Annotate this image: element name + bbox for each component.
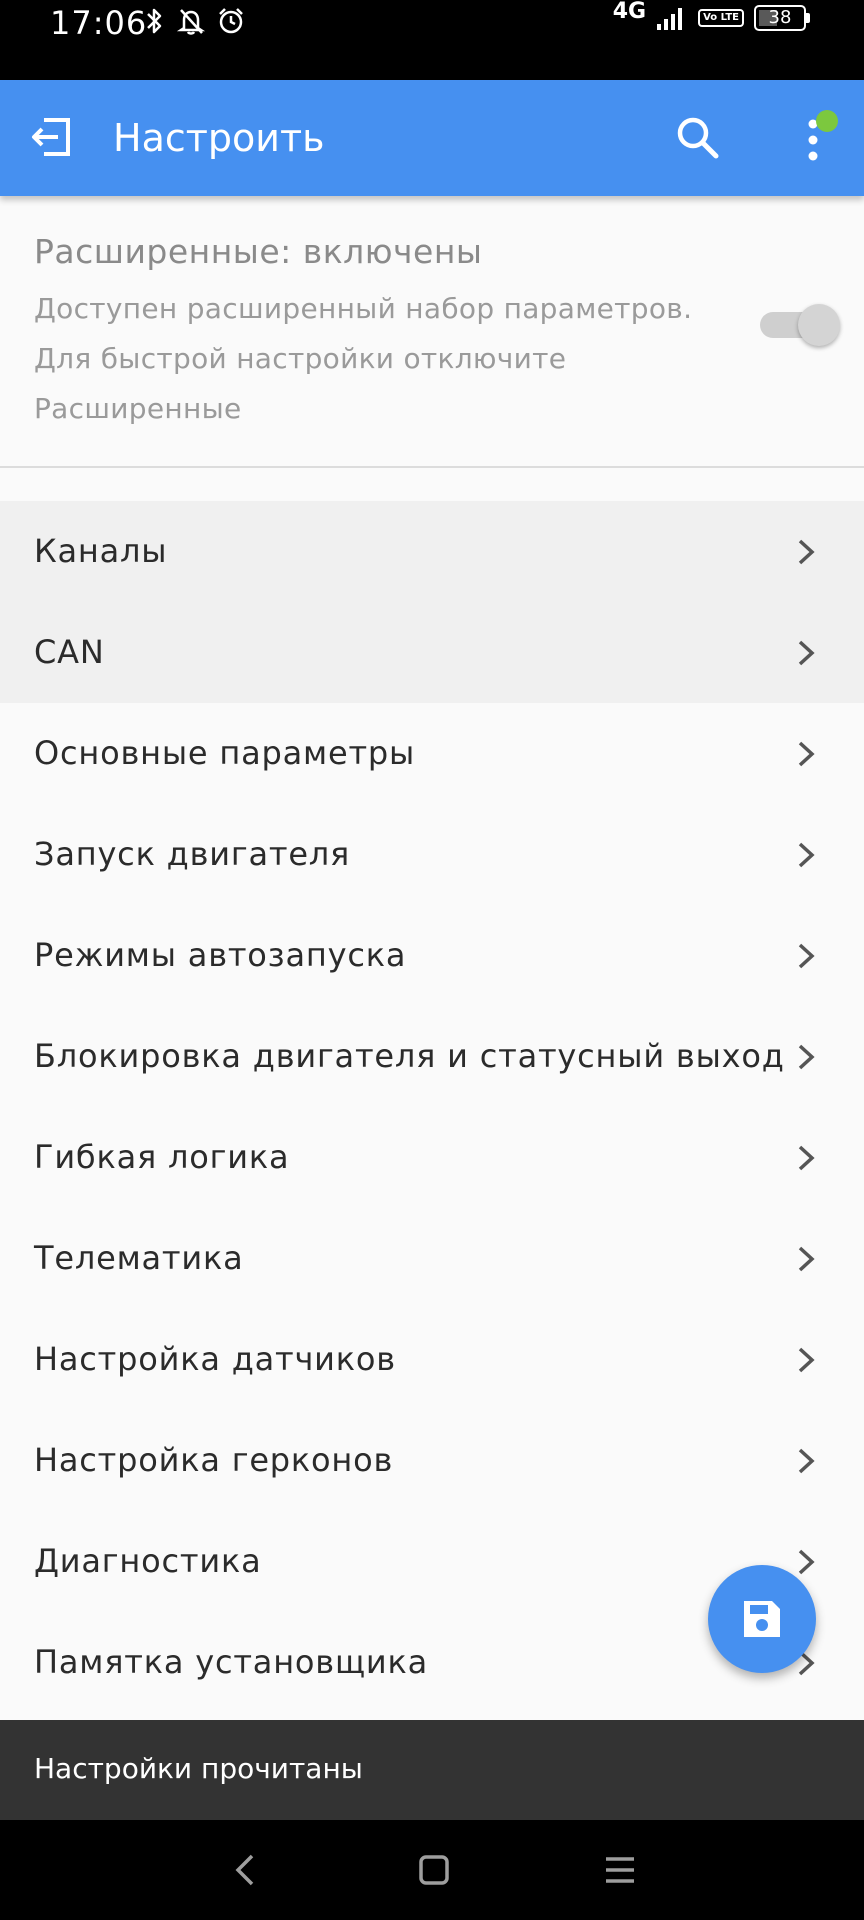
menu-item-sensors[interactable]: Настройка датчиков [0, 1309, 864, 1410]
menu-item-label: Диагностика [34, 1542, 262, 1580]
bluetooth-icon [147, 8, 162, 34]
exit-arrow-icon[interactable] [28, 114, 74, 160]
menu-item-label: Запуск двигателя [34, 835, 351, 873]
status-time: 17:06 [50, 4, 148, 42]
menu-item-label: Основные параметры [34, 734, 416, 772]
nav-menu-icon[interactable] [600, 1850, 640, 1890]
toggle-thumb [798, 304, 840, 346]
chevron-right-icon [798, 943, 815, 969]
alarm-icon [219, 8, 243, 34]
menu-item-label: Телематика [34, 1239, 244, 1277]
snackbar: Настройки прочитаны [0, 1720, 864, 1820]
nav-home-icon[interactable] [414, 1850, 454, 1890]
chevron-right-icon [798, 539, 815, 565]
search-icon[interactable] [674, 114, 722, 162]
menu-item-engine-lock[interactable]: Блокировка двигателя и статусный выход [0, 1006, 864, 1107]
chevron-right-icon [798, 1448, 815, 1474]
menu-item-label: Памятка установщика [34, 1643, 429, 1681]
signal-icon [657, 8, 683, 30]
page-title: Настроить [113, 116, 325, 160]
advanced-title: Расширенные: включены [34, 232, 483, 271]
menu-item-label: Настройка герконов [34, 1441, 394, 1479]
menu-item-label: CAN [34, 633, 105, 671]
screen: 17:06 4G Vo LTE 38 Настроить Расширенные… [0, 0, 864, 1920]
chevron-right-icon [798, 842, 815, 868]
chevron-right-icon [798, 1044, 815, 1070]
save-button[interactable] [708, 1565, 816, 1673]
divider [0, 466, 864, 468]
menu-item-telematics[interactable]: Телематика [0, 1208, 864, 1309]
advanced-toggle[interactable] [758, 304, 840, 346]
menu-item-autostart-modes[interactable]: Режимы автозапуска [0, 905, 864, 1006]
app-bar: Настроить [0, 80, 864, 196]
network-type: 4G [612, 0, 647, 24]
menu-item-label: Режимы автозапуска [34, 936, 407, 974]
chevron-right-icon [798, 1549, 815, 1575]
menu-item-reed-switches[interactable]: Настройка герконов [0, 1410, 864, 1511]
notification-dot [816, 110, 838, 132]
menu-item-can[interactable]: CAN [0, 602, 864, 703]
chevron-right-icon [798, 640, 815, 666]
chevron-right-icon [798, 1246, 815, 1272]
advanced-description: Доступен расширенный набор параметров. Д… [34, 292, 693, 425]
chevron-right-icon [798, 741, 815, 767]
menu-item-label: Гибкая логика [34, 1138, 290, 1176]
chevron-right-icon [798, 1145, 815, 1171]
menu-item-main-params[interactable]: Основные параметры [0, 703, 864, 804]
chevron-right-icon [798, 1347, 815, 1373]
status-bar: 17:06 4G Vo LTE 38 [0, 0, 864, 80]
system-nav-bar [0, 1820, 864, 1920]
volte-badge: Vo LTE [698, 9, 744, 27]
status-icons-left [144, 6, 246, 36]
bell-muted-icon [176, 9, 206, 35]
save-icon [744, 1601, 780, 1637]
status-icons-right: 4G Vo LTE 38 [612, 0, 810, 32]
menu-item-label: Каналы [34, 532, 168, 570]
nav-back-icon[interactable] [226, 1850, 266, 1890]
menu-item-channels[interactable]: Каналы [0, 501, 864, 602]
menu-item-label: Блокировка двигателя и статусный выход [34, 1037, 785, 1075]
battery-icon: 38 [754, 5, 810, 31]
settings-menu: Каналы CAN Основные параметры Запуск дви… [0, 501, 864, 1713]
menu-item-flex-logic[interactable]: Гибкая логика [0, 1107, 864, 1208]
snackbar-message: Настройки прочитаны [34, 1752, 363, 1785]
menu-item-label: Настройка датчиков [34, 1340, 396, 1378]
menu-item-engine-start[interactable]: Запуск двигателя [0, 804, 864, 905]
advanced-settings[interactable]: Расширенные: включены Доступен расширенн… [0, 196, 864, 466]
